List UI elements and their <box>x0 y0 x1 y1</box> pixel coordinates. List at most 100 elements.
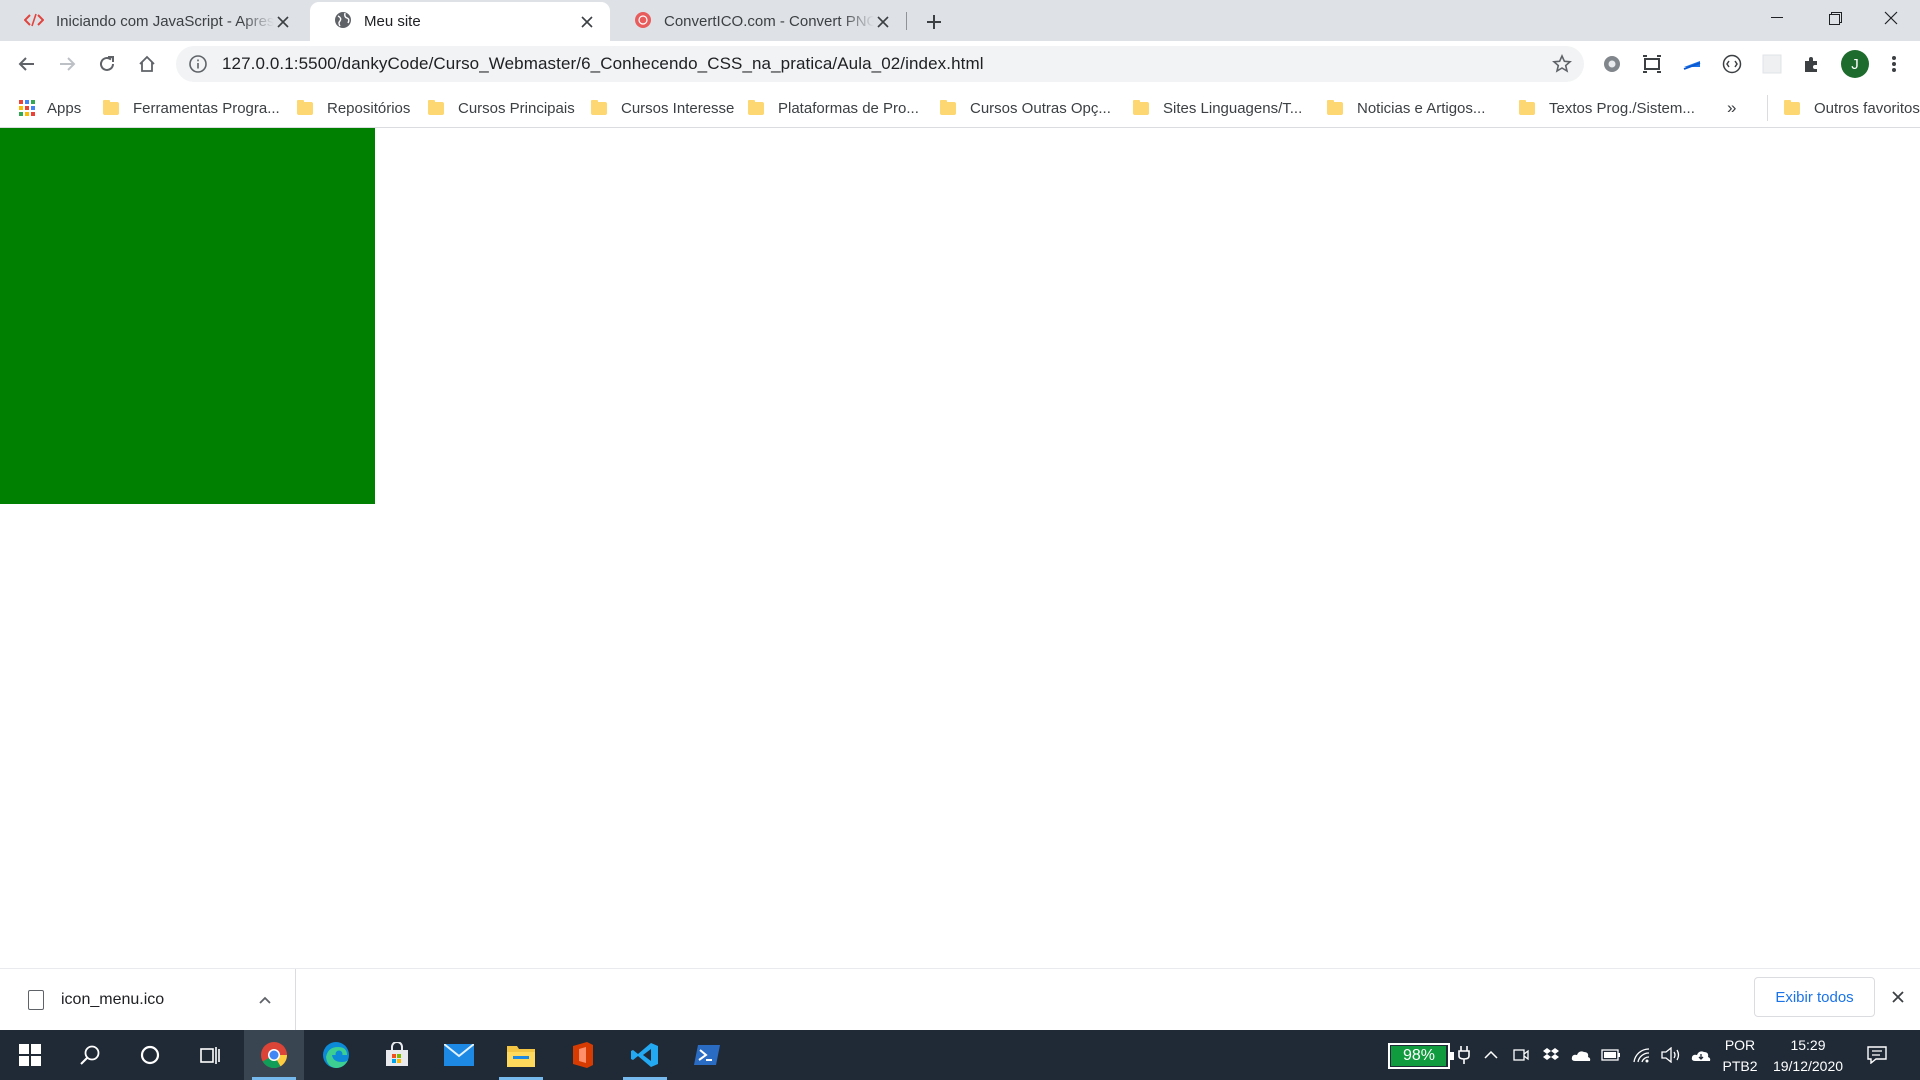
bookmark-label: Sites Linguagens/T... <box>1163 99 1303 117</box>
profile-avatar[interactable]: J <box>1841 50 1869 78</box>
bookmark-label: Plataformas de Pro... <box>778 99 919 117</box>
url-text[interactable]: 127.0.0.1:5500/dankyCode/Curso_Webmaster… <box>222 54 984 74</box>
download-file-name: icon_menu.ico <box>61 991 165 1008</box>
office-taskbar-icon[interactable] <box>553 1030 613 1080</box>
apps-grid-icon <box>19 100 35 116</box>
search-icon[interactable] <box>60 1030 120 1080</box>
bookmark-label: Cursos Principais <box>458 99 575 117</box>
globe-icon <box>334 11 352 33</box>
blank-extension-icon[interactable] <box>1761 53 1783 75</box>
windows-start-button[interactable] <box>0 1030 60 1080</box>
dropbox-icon[interactable] <box>1541 1045 1561 1065</box>
chevron-up-icon[interactable] <box>255 990 275 1010</box>
clock-date: 19/12/2020 <box>1772 1058 1844 1074</box>
address-bar[interactable]: 127.0.0.1:5500/dankyCode/Curso_Webmaster… <box>176 46 1584 82</box>
bookmark-other-folder[interactable]: Outros favoritos <box>1767 95 1920 121</box>
tab-converticon[interactable]: ConvertICO.com - Convert PNG to ICO <box>610 2 906 41</box>
bookmark-folder[interactable]: Cursos Outras Opç... <box>940 95 1111 121</box>
cortana-icon[interactable] <box>120 1030 180 1080</box>
store-taskbar-icon[interactable] <box>367 1030 427 1080</box>
battery-tray-icon[interactable] <box>1601 1045 1621 1065</box>
new-tab-button[interactable] <box>921 9 947 35</box>
bookmark-label: Noticias e Artigos... <box>1357 99 1486 117</box>
bookmark-folder[interactable]: Textos Prog./Sistem... <box>1519 95 1695 121</box>
cloud-sync-icon[interactable] <box>1691 1045 1711 1065</box>
bookmark-folder[interactable]: Plataformas de Pro... <box>748 95 919 121</box>
meet-now-icon[interactable] <box>1511 1045 1531 1065</box>
tab-strip: Iniciando com JavaScript - Apresentação … <box>0 0 1920 41</box>
show-all-downloads-button[interactable]: Exibir todos <box>1754 977 1875 1017</box>
folder-icon <box>1519 99 1535 115</box>
bookmark-folder[interactable]: Noticias e Artigos... <box>1327 95 1485 121</box>
input-language-indicator[interactable]: POR PTB2 <box>1720 1035 1760 1077</box>
bookmarks-bar: Apps Ferramentas Progra... Repositórios … <box>0 87 1920 128</box>
close-tab-icon[interactable] <box>274 13 292 31</box>
bookmark-label: Repositórios <box>327 99 411 117</box>
home-button[interactable] <box>133 50 161 78</box>
translate-extension-icon[interactable] <box>1681 53 1703 75</box>
file-icon <box>28 990 44 1010</box>
bookmark-star-icon[interactable] <box>1552 54 1572 74</box>
folder-icon <box>103 99 119 115</box>
battery-percent: 98% <box>1402 1047 1436 1064</box>
bookmark-folder[interactable]: Cursos Principais <box>428 95 575 121</box>
notifications-icon[interactable] <box>1864 1042 1890 1068</box>
wifi-icon[interactable] <box>1631 1045 1651 1065</box>
battery-indicator[interactable]: 98% <box>1388 1043 1454 1069</box>
bookmark-folder[interactable]: Repositórios <box>297 95 410 121</box>
restore-button[interactable] <box>1806 0 1864 36</box>
bookmark-folder[interactable]: Sites Linguagens/T... <box>1133 95 1302 121</box>
tab-javascript[interactable]: Iniciando com JavaScript - Apresentação <box>0 2 306 41</box>
volume-icon[interactable] <box>1661 1045 1681 1065</box>
vscode-taskbar-icon[interactable] <box>615 1030 675 1080</box>
converticon-icon <box>634 11 652 33</box>
powershell-taskbar-icon[interactable] <box>677 1030 737 1080</box>
tab-meu-site[interactable]: Meu site <box>310 2 610 41</box>
keyboard-layout: PTB2 <box>1722 1058 1758 1074</box>
system-clock[interactable]: 15:29 19/12/2020 <box>1766 1035 1850 1077</box>
screenshot-extension-icon[interactable] <box>1641 53 1663 75</box>
bookmarks-overflow-button[interactable]: » <box>1727 95 1736 121</box>
task-view-icon[interactable] <box>180 1030 240 1080</box>
code-icon <box>23 12 45 32</box>
mail-taskbar-icon[interactable] <box>429 1030 489 1080</box>
code-extension-icon[interactable] <box>1721 53 1743 75</box>
close-window-button[interactable] <box>1862 0 1920 36</box>
folder-icon <box>1784 99 1800 115</box>
info-icon[interactable] <box>188 54 208 74</box>
tab-title: Meu site <box>364 13 421 30</box>
bookmark-folder[interactable]: Ferramentas Progra... <box>103 95 280 121</box>
green-box <box>0 128 375 504</box>
minimize-button[interactable] <box>1748 0 1806 36</box>
tab-title: ConvertICO.com - Convert PNG to ICO <box>664 13 874 30</box>
bookmark-label: Apps <box>47 99 82 117</box>
bookmark-label: Cursos Outras Opç... <box>970 99 1111 117</box>
bookmark-folder[interactable]: Cursos Interesse <box>591 95 734 121</box>
back-button[interactable] <box>13 50 41 78</box>
menu-kebab-icon[interactable] <box>1883 53 1905 75</box>
folder-icon <box>1327 99 1343 115</box>
close-tab-icon[interactable] <box>578 13 596 31</box>
file-explorer-taskbar-icon[interactable] <box>491 1030 551 1080</box>
puzzle-extensions-icon[interactable] <box>1801 53 1823 75</box>
bookmark-label: Ferramentas Progra... <box>133 99 280 117</box>
chevron-up-icon[interactable] <box>1481 1045 1501 1065</box>
close-tab-icon[interactable] <box>874 13 892 31</box>
folder-icon <box>1133 99 1149 115</box>
chrome-taskbar-icon[interactable] <box>244 1030 304 1080</box>
download-item[interactable]: icon_menu.ico <box>0 969 296 1031</box>
edge-taskbar-icon[interactable] <box>306 1030 366 1080</box>
onedrive-cloud-icon[interactable] <box>1571 1045 1591 1065</box>
windows-taskbar: 98% POR PTB2 15:29 19/12/2020 <box>0 1030 1920 1080</box>
forward-button[interactable] <box>53 50 81 78</box>
bookmark-apps[interactable]: Apps <box>19 95 81 121</box>
power-plug-icon[interactable] <box>1454 1045 1474 1065</box>
folder-icon <box>297 99 313 115</box>
tab-separator <box>906 12 907 30</box>
bookmark-label: Cursos Interesse <box>621 99 735 117</box>
reload-button[interactable] <box>93 50 121 78</box>
page-viewport <box>0 128 1920 968</box>
extension-settings-icon[interactable] <box>1601 53 1623 75</box>
folder-icon <box>428 99 444 115</box>
close-shelf-icon[interactable] <box>1888 987 1908 1007</box>
